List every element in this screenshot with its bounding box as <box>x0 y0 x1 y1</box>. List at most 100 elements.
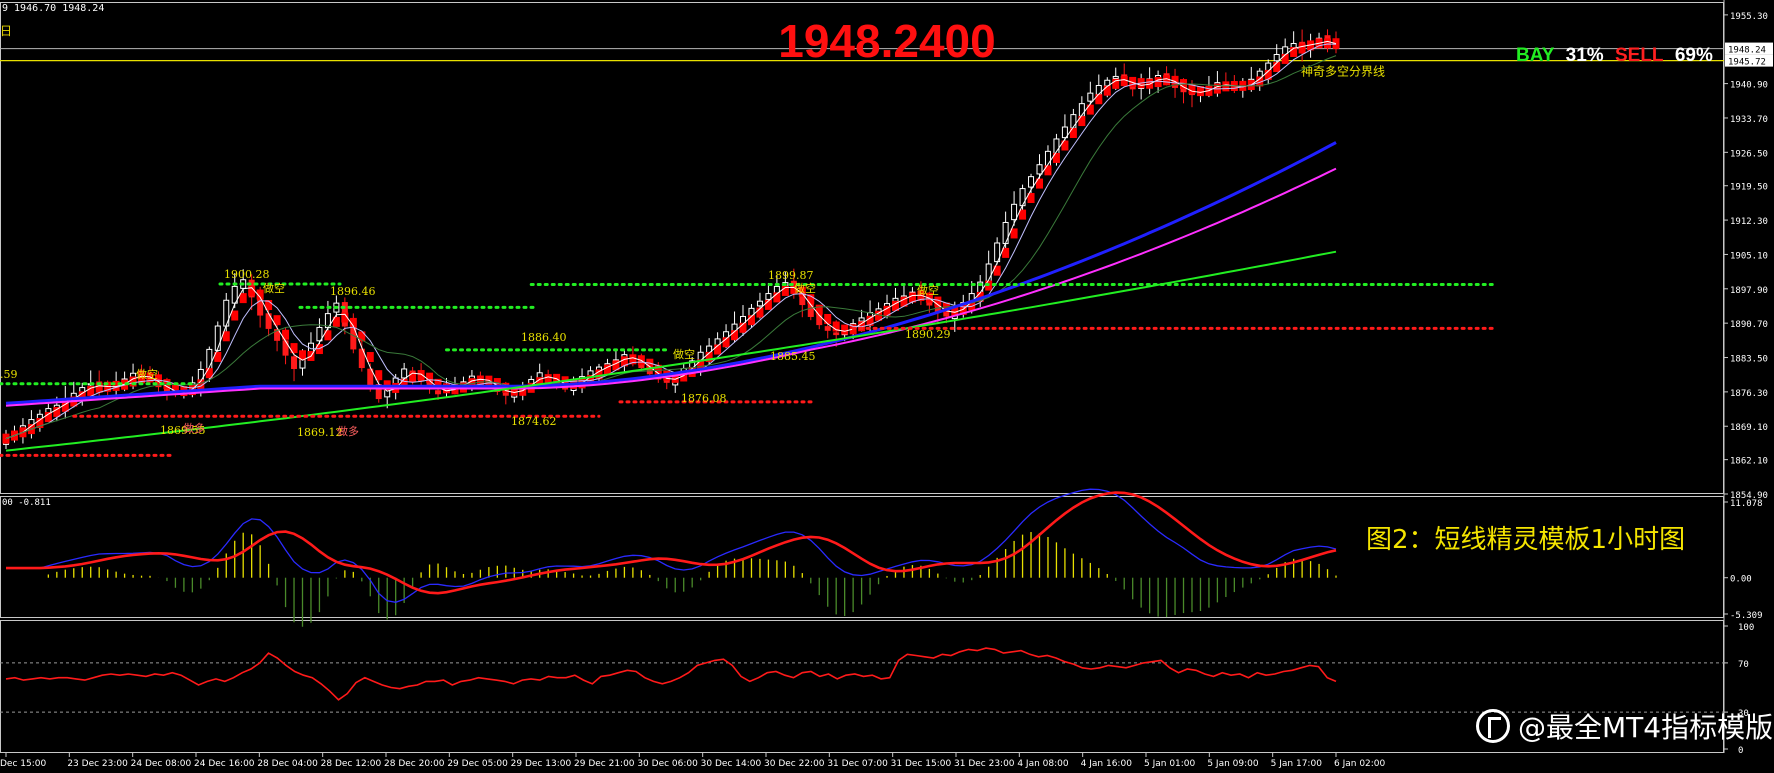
time-tick-label: Dec 15:00 <box>0 759 46 769</box>
candle-body <box>1036 164 1043 175</box>
oscillator-line <box>5 647 1337 701</box>
ma-slow-line <box>5 55 1337 440</box>
signal-tag: 做空 <box>136 367 158 381</box>
candle-body <box>1112 75 1119 79</box>
candle-body <box>663 380 670 383</box>
ma-long-blue-line <box>5 141 1337 405</box>
trend-ribbon-block <box>1120 76 1128 87</box>
candle-body <box>291 356 298 369</box>
time-tick-label: 5 Jan 09:00 <box>1207 759 1259 769</box>
macd-tick-label: 0.00 <box>1730 575 1752 585</box>
candle-body <box>435 390 442 395</box>
price-tick-label: 1883.50 <box>1730 355 1768 365</box>
trend-ribbon-block <box>44 412 52 423</box>
time-tick-label: 28 Dec 20:00 <box>384 759 445 769</box>
oscillator-panel[interactable] <box>0 647 1724 713</box>
figure-caption: 图2：短线精灵模板1小时图 <box>1366 525 1686 555</box>
panel-frames <box>0 0 1725 753</box>
time-tick-label: 31 Dec 15:00 <box>891 759 952 769</box>
current-price-display: 1948.2400 <box>778 15 996 67</box>
macd-tick-label: 11.078 <box>1730 499 1763 509</box>
candle-body <box>824 326 831 331</box>
candle-body <box>1019 188 1026 207</box>
swing-label: 1874.62 <box>511 415 557 428</box>
candle-body <box>282 340 289 356</box>
price-tick-label: 1933.70 <box>1730 115 1768 125</box>
signal-tag: 做多 <box>337 424 359 438</box>
price-tick-label: 1890.70 <box>1730 320 1768 330</box>
trend-ribbon-block <box>2 433 10 444</box>
panel-frame-1 <box>0 2 1724 494</box>
time-tick-label: 30 Dec 22:00 <box>764 759 825 769</box>
macd-line <box>6 488 1337 603</box>
price-tick-label: 1912.30 <box>1730 217 1768 227</box>
weibo-logo-icon <box>1476 709 1510 743</box>
signal-tag: 做空 <box>673 347 695 361</box>
osc-tick-label: 100 <box>1738 623 1754 633</box>
trend-ribbon-block <box>841 324 849 335</box>
ma-200-green-line <box>5 250 1337 452</box>
macd-tick-label: -5.309 <box>1730 611 1763 621</box>
macd-panel[interactable] <box>6 488 1337 627</box>
candle-body <box>214 325 221 351</box>
time-tick-label: 4 Jan 16:00 <box>1081 759 1133 769</box>
candle-body <box>1087 92 1094 102</box>
price-tick-label: 1919.50 <box>1730 183 1768 193</box>
time-tick-label: 24 Dec 08:00 <box>131 759 192 769</box>
trend-ribbon-block <box>824 313 832 324</box>
trend-ribbon-block <box>1222 81 1230 92</box>
swing-label: 1885.45 <box>770 350 816 363</box>
time-tick-label: 6 Jan 02:00 <box>1334 759 1386 769</box>
signal-tag: 做多 <box>183 421 205 435</box>
osc-tick-label: 70 <box>1738 660 1749 670</box>
time-tick-label: 30 Dec 06:00 <box>637 759 698 769</box>
bay-sell-ratio: BAY 31% SELL 69% <box>1516 45 1719 67</box>
time-tick-label: 28 Dec 12:00 <box>321 759 382 769</box>
signal-tag: 做空 <box>794 281 816 295</box>
swing-label: 1876.08 <box>681 392 727 405</box>
trend-ribbon-block <box>1086 104 1094 115</box>
time-tick-label: 23 Dec 23:00 <box>67 759 128 769</box>
price-tick-label: 1905.10 <box>1730 251 1768 261</box>
price-panel[interactable]: 神奇多空分界线1900.281896.461869.55 1869.121874.… <box>0 29 1724 457</box>
trend-ribbon-block <box>239 293 247 304</box>
trend-ribbon-block <box>1078 116 1086 127</box>
trend-ribbon-block <box>1069 127 1077 138</box>
time-tick-label: 29 Dec 13:00 <box>511 759 572 769</box>
price-axis: 1955.301948.241945.721940.901933.701926.… <box>1724 12 1773 756</box>
candle-body <box>765 293 772 300</box>
candle-body <box>756 300 763 307</box>
price-tick-label: 1897.90 <box>1730 286 1768 296</box>
bay-value: 31% <box>1565 45 1604 66</box>
price-tick-label: 1940.90 <box>1730 81 1768 91</box>
time-tick-label: 5 Jan 01:00 <box>1144 759 1196 769</box>
trend-ribbon-block <box>231 310 239 321</box>
candle-body <box>401 368 408 379</box>
trend-ribbon-block <box>1163 75 1171 86</box>
osc-tick-label: 0 <box>1738 746 1743 756</box>
time-tick-label: 24 Dec 16:00 <box>194 759 255 769</box>
swing-label: 1900.28 <box>224 268 270 281</box>
candle-body <box>1002 221 1009 245</box>
time-tick-label: 29 Dec 05:00 <box>447 759 508 769</box>
time-tick-label: 4 Jan 08:00 <box>1017 759 1069 769</box>
candle-body <box>502 392 509 396</box>
swing-label: 1890.29 <box>905 328 951 341</box>
time-axis: Dec 15:00 23 Dec 23:00 24 Dec 08:00 24 Dec … <box>0 753 1386 769</box>
time-tick-label: 5 Jan 17:00 <box>1271 759 1323 769</box>
watermark-text: @最全MT4指标模版 <box>1518 711 1774 744</box>
candle-body <box>833 332 840 336</box>
sell-label: SELL <box>1614 45 1664 66</box>
time-tick-label: 31 Dec 07:00 <box>827 759 888 769</box>
ma-mid-line <box>5 43 1337 440</box>
candle-body <box>1011 203 1018 221</box>
trend-ribbon-block <box>417 370 425 381</box>
candle-body <box>858 317 865 322</box>
candle-body <box>409 370 416 373</box>
trend-ribbon-block <box>1103 85 1111 96</box>
time-tick-label: 29 Dec 21:00 <box>574 759 635 769</box>
macd-signal-line <box>6 491 1337 595</box>
ma-long-magenta-line <box>5 167 1337 407</box>
trend-ribbon-block <box>815 304 823 315</box>
price-tick-label: 1862.10 <box>1730 457 1768 467</box>
